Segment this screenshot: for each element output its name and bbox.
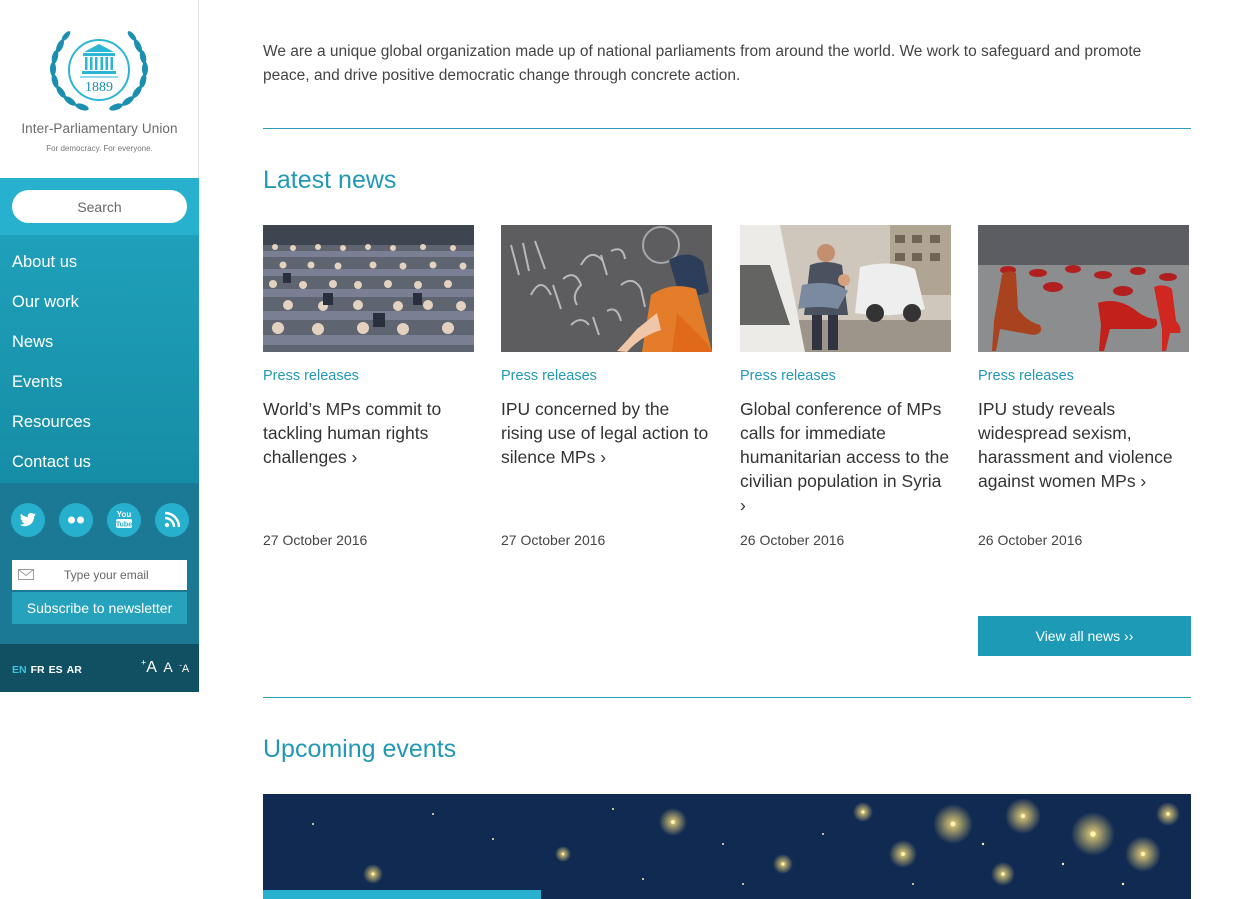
svg-text:You: You: [117, 510, 132, 519]
nav-item-resources[interactable]: Resources: [12, 402, 91, 442]
social-newsletter-panel: You Tube Subscribe to newsletter: [0, 483, 199, 644]
brand-name: Inter-Parliamentary Union: [21, 121, 178, 136]
events-accent-bar: [263, 890, 541, 899]
news-date: 26 October 2016: [978, 532, 1083, 548]
search-bar: [0, 178, 199, 235]
logo[interactable]: 1889 Inter-Parliamentary Union For democ…: [0, 0, 199, 178]
news-category-link[interactable]: Press releases: [263, 368, 359, 384]
events-banner-image[interactable]: [263, 794, 1191, 899]
view-all-news-button[interactable]: View all news ››: [978, 616, 1191, 656]
twitter-icon[interactable]: [11, 503, 45, 537]
news-category-link[interactable]: Press releases: [978, 368, 1074, 384]
news-title-link[interactable]: IPU concerned by the rising use of legal…: [501, 397, 713, 469]
brand-tagline: For democracy. For everyone.: [46, 144, 153, 153]
lang-en[interactable]: EN: [12, 664, 27, 676]
news-image-chalk-writing[interactable]: [501, 225, 712, 352]
nav-item-contact-us[interactable]: Contact us: [12, 442, 91, 482]
divider: [263, 697, 1191, 698]
font-size-controls: +A A -A: [141, 658, 189, 677]
svg-text:1889: 1889: [85, 80, 113, 95]
nav-item-events[interactable]: Events: [12, 362, 62, 402]
news-date: 27 October 2016: [263, 532, 368, 548]
upcoming-events-heading: Upcoming events: [263, 735, 457, 763]
envelope-icon: [18, 569, 34, 580]
news-category-link[interactable]: Press releases: [740, 368, 836, 384]
font-decrease-button[interactable]: -A: [179, 661, 189, 676]
subscribe-button[interactable]: Subscribe to newsletter: [12, 592, 187, 624]
news-date: 27 October 2016: [501, 532, 606, 548]
search-input[interactable]: [12, 190, 187, 223]
news-title-link[interactable]: Global conference of MPs calls for immed…: [740, 397, 952, 517]
news-date: 26 October 2016: [740, 532, 845, 548]
flickr-icon[interactable]: [59, 503, 93, 537]
language-switcher: EN FR ES AR: [12, 664, 86, 676]
lang-fr[interactable]: FR: [31, 664, 45, 676]
nav-item-our-work[interactable]: Our work: [12, 282, 79, 322]
news-image-parliament-chamber[interactable]: [263, 225, 474, 352]
nav-item-news[interactable]: News: [12, 322, 53, 362]
main-nav: About us Our work News Events Resources …: [0, 235, 199, 483]
intro-text: We are a unique global organization made…: [263, 43, 1142, 84]
rss-icon[interactable]: [155, 503, 189, 537]
font-increase-button[interactable]: +A: [141, 658, 157, 676]
youtube-icon[interactable]: You Tube: [107, 503, 141, 537]
news-image-syria-street[interactable]: [740, 225, 951, 352]
language-bar: EN FR ES AR +A A -A: [0, 644, 199, 692]
news-category-link[interactable]: Press releases: [501, 368, 597, 384]
ipu-emblem-icon: 1889: [50, 31, 148, 111]
news-title-link[interactable]: World’s MPs commit to tackling human rig…: [263, 397, 475, 469]
news-title-link[interactable]: IPU study reveals widespread sexism, har…: [978, 397, 1190, 493]
font-normal-button[interactable]: A: [163, 659, 172, 675]
news-image-red-shoes[interactable]: [978, 225, 1189, 352]
latest-news-heading: Latest news: [263, 166, 397, 194]
email-input[interactable]: [42, 560, 182, 590]
nav-item-about-us[interactable]: About us: [12, 242, 77, 282]
lang-ar[interactable]: AR: [67, 664, 82, 676]
lang-es[interactable]: ES: [49, 664, 63, 676]
newsletter-email-field: [12, 560, 187, 590]
sidebar: 1889 Inter-Parliamentary Union For democ…: [0, 0, 199, 692]
divider: [263, 128, 1191, 129]
svg-text:Tube: Tube: [116, 522, 132, 529]
